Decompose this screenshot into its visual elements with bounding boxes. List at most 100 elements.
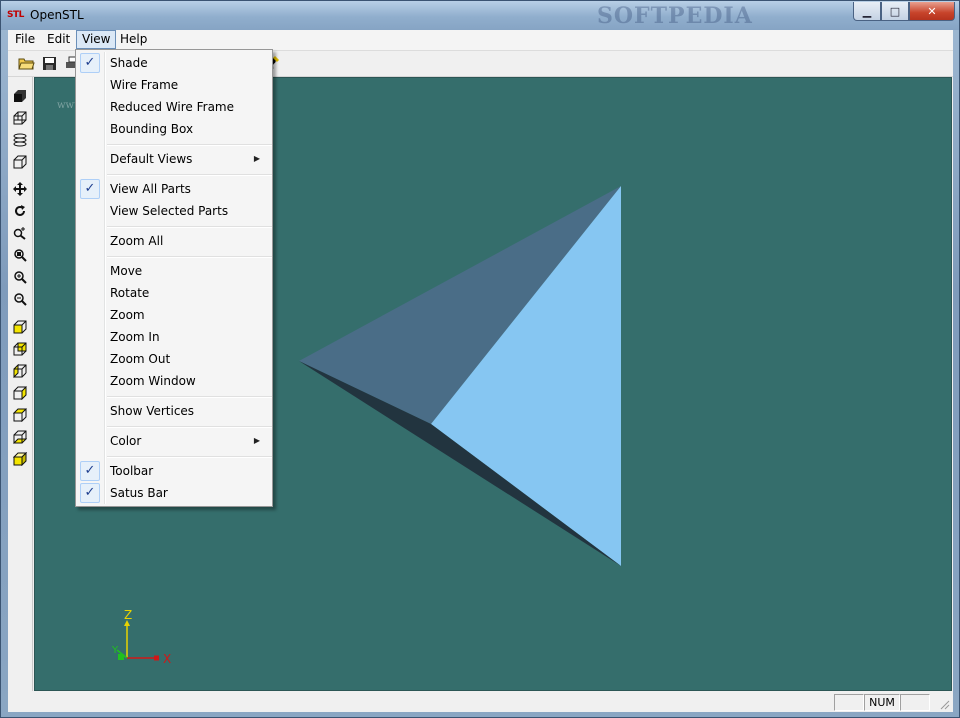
resize-grip-icon[interactable] [938,698,950,710]
menu-separator [107,226,272,228]
menu-view[interactable]: View [76,30,117,49]
menu-edit[interactable]: Edit [42,31,75,48]
check-icon: ✓ [80,53,100,73]
menu-item-zoom-in[interactable]: Zoom In [78,326,270,348]
app-icon[interactable]: STL [7,10,24,20]
maximize-icon: □ [889,4,901,18]
minimize-button[interactable]: ▁ [853,2,881,21]
wireframe-cube-icon [13,111,27,125]
minimize-icon: ▁ [862,4,872,18]
yellow-cube-icon [13,408,27,422]
menu-item-rotate[interactable]: Rotate [78,282,270,304]
yellow-cube-icon [13,320,27,334]
menu-item-label: View All Parts [110,182,191,196]
menu-separator [107,456,272,458]
menu-item-label: Wire Frame [110,78,179,92]
menu-item-zoom-out[interactable]: Zoom Out [78,348,270,370]
status-bar: NUM [8,691,953,712]
menu-item-label: Zoom [110,308,145,322]
menu-item-default-views[interactable]: Default Views ▶ [78,148,270,170]
yellow-cube-icon [13,364,27,378]
menu-item-zoom-window[interactable]: Zoom Window [78,370,270,392]
view-isometric-button[interactable] [10,449,30,469]
view-bottom-button[interactable] [10,427,30,447]
menu-help[interactable]: Help [115,31,152,48]
menu-separator [107,256,272,258]
axis-z-label: Z [124,608,132,622]
menu-item-move[interactable]: Move [78,260,270,282]
check-icon: ✓ [80,483,100,503]
check-icon: ✓ [80,461,100,481]
menu-item-label: Default Views [110,152,193,166]
menu-item-color[interactable]: Color ▶ [78,430,270,452]
menu-item-label: View Selected Parts [110,204,229,218]
menu-item-label: Toolbar [110,464,154,478]
bounding-box-tool-button[interactable] [10,152,30,172]
menu-item-label: Zoom Window [110,374,196,388]
window-title: OpenSTL [30,8,84,22]
zoom-window-tool-button[interactable] [10,245,30,265]
view-right-button[interactable] [10,383,30,403]
menu-item-wire-frame[interactable]: Wire Frame [78,74,270,96]
menu-item-view-selected-parts[interactable]: View Selected Parts [78,200,270,222]
menu-item-label: Color [110,434,142,448]
close-button[interactable]: ✕ [909,2,955,21]
menu-separator [107,174,272,176]
menu-item-show-vertices[interactable]: Show Vertices [78,400,270,422]
submenu-arrow-icon: ▶ [253,154,260,163]
axis-y-label: Y [111,645,119,656]
menu-item-label: Zoom In [110,330,160,344]
save-icon [42,57,56,70]
reduced-wireframe-tool-button[interactable] [10,130,30,150]
menu-separator [107,426,272,428]
zoom-out-tool-button[interactable] [10,289,30,309]
view-front-button[interactable] [10,317,30,337]
rotate-tool-button[interactable] [10,201,30,221]
menu-item-status-bar[interactable]: ✓ Satus Bar [78,482,270,504]
open-button[interactable] [16,54,36,73]
zoom-in-icon [14,271,27,284]
shaded-cube-icon [14,90,26,102]
view-toolbar [8,77,33,691]
axis-triad: Z Y X [111,608,171,666]
shade-tool-button[interactable] [10,86,30,106]
menu-item-label: Shade [110,56,148,70]
menu-item-toolbar[interactable]: ✓ Toolbar [78,460,270,482]
status-caps-panel [834,694,864,711]
yellow-cube-icon [13,342,27,356]
submenu-arrow-icon: ▶ [253,436,260,445]
yellow-cube-icon [13,452,27,466]
menu-item-bounding-box[interactable]: Bounding Box [78,118,270,140]
zoom-in-tool-button[interactable] [10,267,30,287]
yellow-cube-icon [13,430,27,444]
view-menu-dropdown: ✓ Shade Wire Frame Reduced Wire Frame Bo… [75,49,273,507]
save-button[interactable] [39,54,59,73]
menu-separator [107,144,272,146]
menu-item-zoom[interactable]: Zoom [78,304,270,326]
menu-item-label: Zoom All [110,234,164,248]
check-icon: ✓ [80,179,100,199]
title-bar[interactable]: STL OpenSTL SOFTPEDIA ▁ □ ✕ [1,1,959,30]
close-icon: ✕ [927,4,937,18]
rotate-icon [15,205,25,216]
wireframe-tool-button[interactable] [10,108,30,128]
open-folder-icon [17,58,35,70]
menu-item-reduced-wire-frame[interactable]: Reduced Wire Frame [78,96,270,118]
maximize-button[interactable]: □ [881,2,909,21]
zoom-icon [13,227,26,240]
menu-item-label: Rotate [110,286,150,300]
view-back-button[interactable] [10,339,30,359]
menu-file[interactable]: File [10,31,40,48]
menu-item-view-all-parts[interactable]: ✓ View All Parts [78,178,270,200]
menu-item-zoom-all[interactable]: Zoom All [78,230,270,252]
zoom-tool-button[interactable] [10,223,30,243]
stack-icon [13,133,27,147]
menu-item-shade[interactable]: ✓ Shade [78,52,270,74]
move-tool-button[interactable] [10,179,30,199]
status-num-panel: NUM [864,694,900,711]
view-left-button[interactable] [10,361,30,381]
axis-x-label: X [163,652,171,666]
menu-bar: File Edit View Help [8,30,953,51]
menu-separator [107,396,272,398]
view-top-button[interactable] [10,405,30,425]
